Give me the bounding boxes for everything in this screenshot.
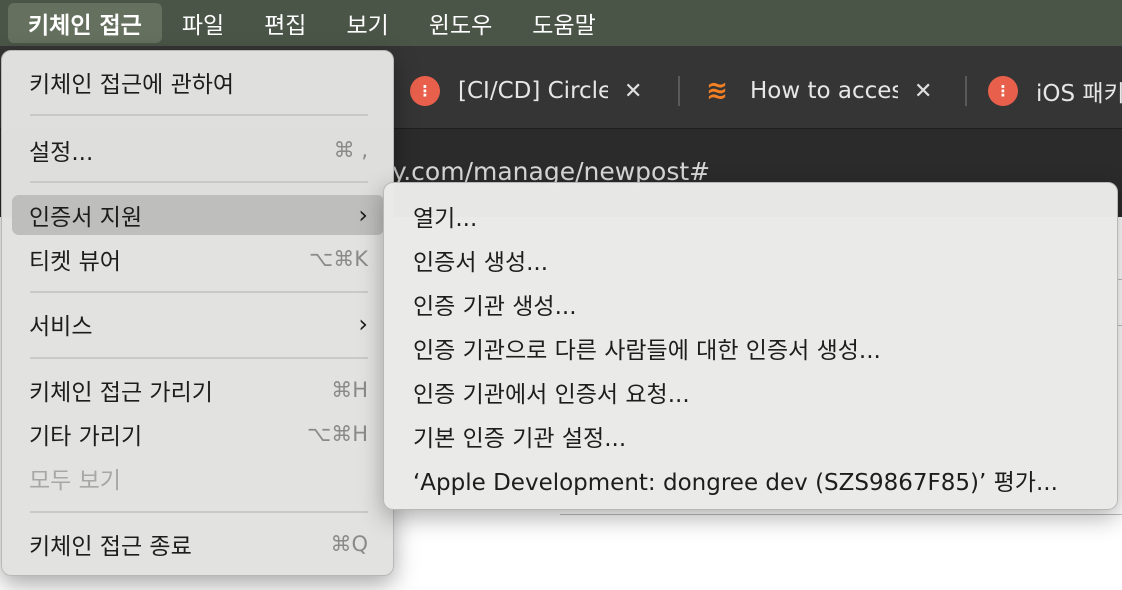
chevron-right-icon: › — [358, 310, 368, 338]
shortcut-hint: ⌥⌘K — [309, 247, 368, 271]
chevron-right-icon: › — [358, 201, 368, 229]
menubar-file[interactable]: 파일 — [162, 0, 244, 46]
submenu-item-create-certificate[interactable]: 인증서 생성... — [394, 240, 1107, 280]
tab-title: iOS 패키 — [1036, 81, 1122, 107]
browser-tab-stackoverflow[interactable]: ≋ How to acces ✕ — [702, 64, 932, 118]
menu-item-label: 서비스 — [29, 314, 93, 340]
submenu-item-request-certificate[interactable]: 인증 기관에서 인증서 요청... — [394, 372, 1107, 412]
tistory-icon: ⋮ — [988, 76, 1018, 106]
tab-title: [CI/CD] Circle — [458, 78, 608, 104]
menubar-window[interactable]: 윈도우 — [409, 0, 512, 46]
menu-item-label: 키체인 접근 가리기 — [29, 380, 213, 406]
menu-separator — [30, 114, 368, 116]
menu-bar: 키체인 접근 파일 편집 보기 윈도우 도움말 — [0, 0, 1122, 46]
tab-title: How to acces — [750, 78, 898, 104]
menu-separator — [30, 291, 368, 293]
menu-item-hide-others[interactable]: 기타 가리기 ⌥⌘H — [12, 414, 384, 454]
submenu-item-create-certificate-for-others[interactable]: 인증 기관으로 다른 사람들에 대한 인증서 생성... — [394, 328, 1107, 368]
stackoverflow-icon: ≋ — [706, 76, 728, 106]
menu-item-label: 키체인 접근 종료 — [29, 534, 192, 560]
menu-separator — [30, 357, 368, 359]
shortcut-hint: ⌘H — [331, 378, 368, 402]
menu-item-about[interactable]: 키체인 접근에 관하여 — [12, 62, 384, 102]
shortcut-hint: ⌘Q — [330, 532, 368, 556]
menu-item-certificate-assistant[interactable]: 인증서 지원 › — [12, 195, 384, 235]
submenu-item-set-default-ca[interactable]: 기본 인증 기관 설정... — [394, 416, 1107, 456]
certificate-assistant-submenu: 열기... 인증서 생성... 인증 기관 생성... 인증 기관으로 다른 사… — [383, 182, 1118, 510]
menubar-help[interactable]: 도움말 — [512, 0, 615, 46]
menu-item-label: 키체인 접근에 관하여 — [29, 72, 235, 98]
menu-item-services[interactable]: 서비스 › — [12, 304, 384, 344]
menubar-app-keychain-access[interactable]: 키체인 접근 — [8, 3, 162, 43]
menu-item-label: 모두 보기 — [29, 468, 121, 494]
shortcut-hint: ⌘ , — [333, 138, 368, 162]
browser-tab-circleci[interactable]: ⋮ [CI/CD] Circle ✕ — [410, 64, 642, 118]
tab-divider — [678, 76, 680, 106]
menu-separator — [30, 181, 368, 183]
tistory-icon: ⋮ — [410, 76, 440, 106]
menu-separator — [30, 511, 368, 513]
menu-item-label: 기타 가리기 — [29, 424, 143, 450]
browser-tab-ios[interactable]: ⋮ iOS 패키 — [988, 64, 1122, 118]
menu-item-settings[interactable]: 설정... ⌘ , — [12, 130, 384, 170]
menu-item-ticket-viewer[interactable]: 티켓 뷰어 ⌥⌘K — [12, 239, 384, 279]
close-icon[interactable]: ✕ — [624, 79, 642, 104]
page-divider — [560, 514, 1122, 515]
menubar-view[interactable]: 보기 — [326, 0, 408, 46]
shortcut-hint: ⌥⌘H — [307, 422, 368, 446]
menu-item-hide-keychain-access[interactable]: 키체인 접근 가리기 ⌘H — [12, 370, 384, 410]
menu-item-quit[interactable]: 키체인 접근 종료 ⌘Q — [12, 524, 384, 564]
submenu-item-open[interactable]: 열기... — [394, 196, 1107, 236]
tab-divider — [965, 76, 967, 106]
menu-item-label: 설정... — [29, 140, 94, 166]
menu-item-label: 티켓 뷰어 — [29, 249, 121, 275]
submenu-item-create-certificate-authority[interactable]: 인증 기관 생성... — [394, 284, 1107, 324]
menubar-edit[interactable]: 편집 — [244, 0, 326, 46]
close-icon[interactable]: ✕ — [914, 79, 932, 104]
keychain-access-app-menu: 키체인 접근에 관하여 설정... ⌘ , 인증서 지원 › 티켓 뷰어 ⌥⌘K… — [1, 50, 394, 576]
menu-item-show-all: 모두 보기 — [12, 458, 384, 498]
menu-item-label: 인증서 지원 — [29, 205, 143, 231]
submenu-item-evaluate-certificate[interactable]: ‘Apple Development: dongree dev (SZS9867… — [394, 460, 1107, 500]
